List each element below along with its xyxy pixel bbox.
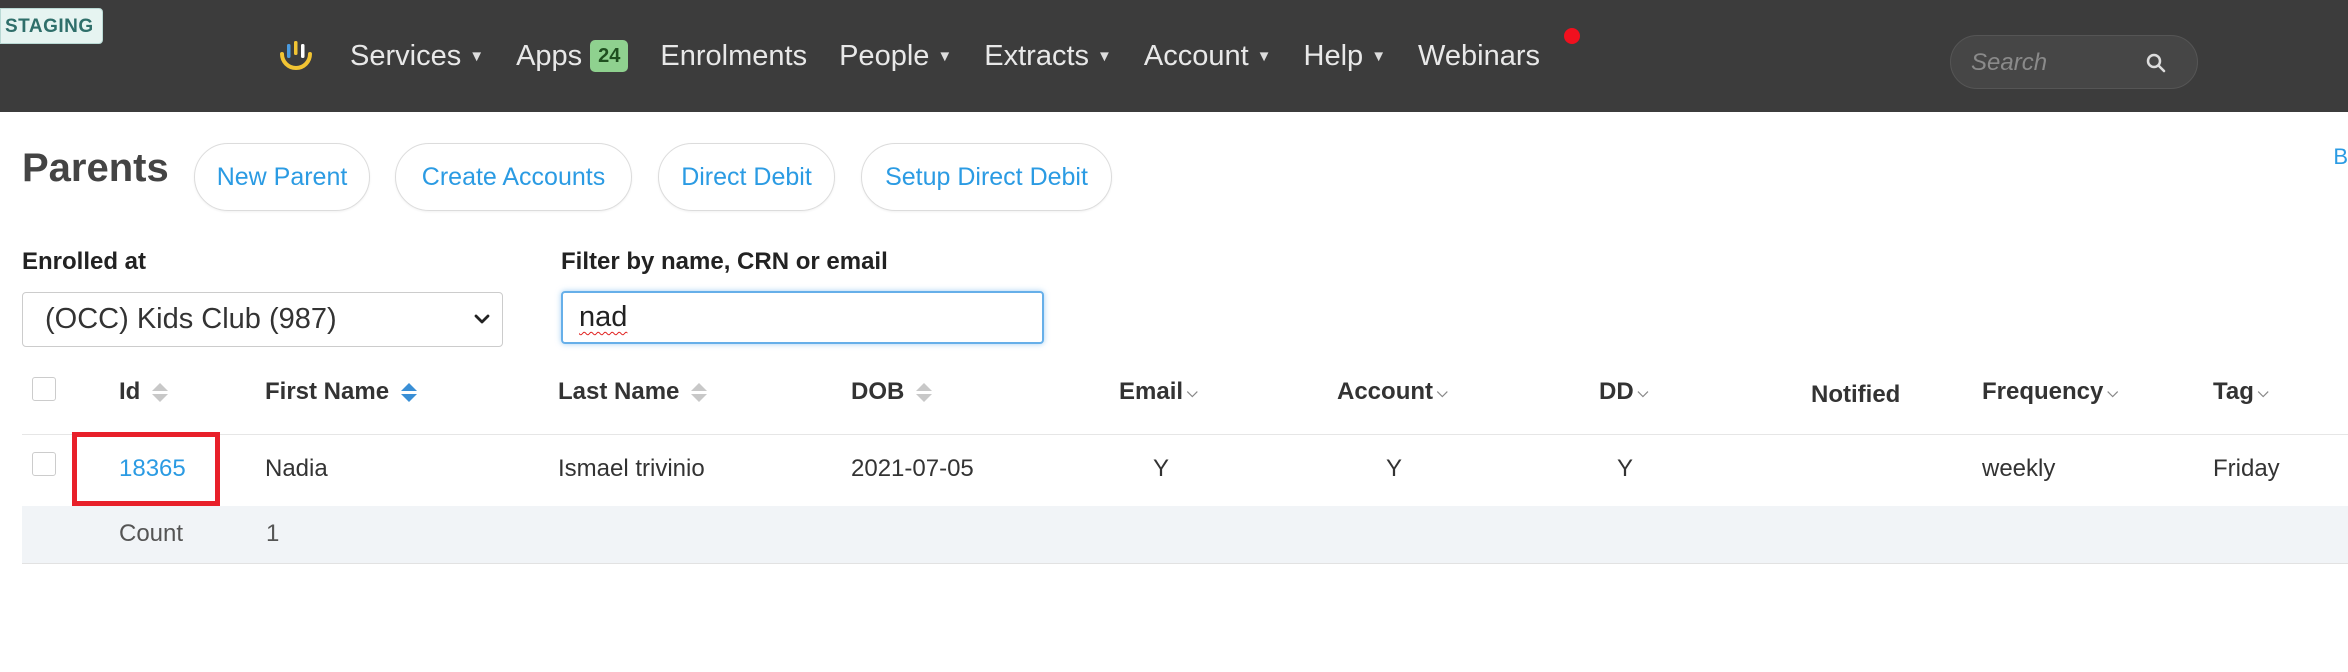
column-header-label: Id (119, 378, 141, 405)
filter-input[interactable]: nad (561, 291, 1044, 344)
caret-down-icon: ▼ (1097, 47, 1112, 65)
column-header-last-name[interactable]: Last Name (558, 378, 708, 406)
nav-account[interactable]: Account ▼ (1144, 40, 1272, 73)
enrolled-at-label: Enrolled at (22, 248, 147, 275)
caret-down-icon: ▼ (1371, 47, 1387, 65)
apps-count-badge: 24 (590, 40, 629, 72)
sort-icon (916, 382, 933, 402)
cell-dob: 2021-07-05 (851, 455, 974, 482)
header-divider (22, 434, 2348, 435)
column-header-dd[interactable]: DD ⌵ (1599, 378, 1648, 406)
nav-services-label: Services (350, 39, 462, 72)
top-navbar: STAGING Services ▼ Apps 24 Enrolments Peop… (0, 0, 2348, 112)
global-search (1950, 35, 2198, 89)
cell-dd: Y (1617, 455, 1634, 482)
column-header-account[interactable]: Account ⌵ (1337, 378, 1448, 406)
cell-account: Y (1386, 455, 1403, 482)
column-header-dob[interactable]: DOB (851, 378, 933, 406)
column-header-label: First Name (265, 378, 390, 405)
column-header-first-name[interactable]: First Name (265, 378, 418, 406)
column-header-label: DOB (851, 378, 905, 405)
column-header-tag[interactable]: Tag ⌵ (2213, 378, 2269, 406)
page-title: Parents (22, 146, 169, 190)
nav-extracts-label: Extracts (984, 39, 1090, 72)
column-header-label: Notified (1811, 381, 1901, 408)
chevron-down-icon (474, 314, 490, 324)
cell-email: Y (1153, 455, 1170, 482)
row-checkbox[interactable] (32, 452, 56, 476)
nav-extracts[interactable]: Extracts ▼ (984, 40, 1112, 73)
column-header-label: Tag (2213, 378, 2254, 405)
column-header-label: Frequency (1982, 378, 2104, 405)
chevron-down-icon: ⌵ (2107, 383, 2118, 400)
nav-apps-label: Apps (516, 39, 583, 72)
create-accounts-button[interactable]: Create Accounts (395, 143, 632, 211)
nav-people-label: People (839, 39, 930, 72)
nav-services[interactable]: Services ▼ (350, 40, 484, 73)
staging-badge: STAGING (0, 8, 103, 44)
direct-debit-button[interactable]: Direct Debit (658, 143, 835, 211)
column-header-email[interactable]: Email ⌵ (1119, 378, 1198, 406)
nav-webinars[interactable]: Webinars (1418, 40, 1540, 73)
app-logo-icon[interactable] (274, 38, 318, 82)
cell-first-name: Nadia (265, 455, 328, 482)
caret-down-icon: ▼ (1256, 47, 1272, 65)
chevron-down-icon: ⌵ (2257, 383, 2269, 400)
sort-icon (691, 382, 708, 402)
main-nav: Services ▼ Apps 24 Enrolments People ▼ Extr… (350, 36, 1572, 76)
cell-last-name: Ismael trivinio (558, 455, 705, 482)
nav-enrolments[interactable]: Enrolments (660, 40, 807, 73)
caret-down-icon: ▼ (937, 47, 953, 65)
column-header-frequency[interactable]: Frequency ⌵ (1982, 378, 2118, 406)
highlight-box (72, 432, 220, 506)
corner-link[interactable]: B (2333, 144, 2348, 170)
column-header-label: DD (1599, 378, 1634, 405)
count-value: 1 (266, 520, 280, 547)
notification-dot (1564, 28, 1580, 44)
chevron-down-icon: ⌵ (1637, 383, 1649, 400)
setup-direct-debit-button[interactable]: Setup Direct Debit (861, 143, 1112, 211)
chevron-down-icon: ⌵ (1437, 383, 1448, 400)
filter-input-value: nad (579, 301, 628, 333)
nav-help-label: Help (1303, 39, 1364, 72)
column-header-label: Last Name (558, 378, 680, 405)
column-header-label: Account (1337, 378, 1433, 405)
search-icon[interactable] (2145, 52, 2167, 74)
select-all-checkbox[interactable] (32, 377, 56, 401)
nav-help[interactable]: Help ▼ (1304, 40, 1387, 73)
nav-apps[interactable]: Apps 24 (516, 39, 629, 73)
nav-people[interactable]: People ▼ (839, 40, 952, 73)
enrolled-at-value: (OCC) Kids Club (987) (45, 303, 337, 335)
new-parent-button[interactable]: New Parent (194, 143, 370, 211)
count-row: Count 1 (22, 506, 2348, 564)
nav-account-label: Account (1143, 39, 1249, 72)
cell-frequency: weekly (1982, 455, 2056, 482)
filter-label: Filter by name, CRN or email (561, 248, 888, 275)
count-label: Count (119, 520, 184, 547)
caret-down-icon: ▼ (469, 47, 485, 65)
chevron-down-icon: ⌵ (1187, 383, 1198, 400)
nav-webinars-label: Webinars (1418, 39, 1541, 72)
column-header-notified: Notified (1811, 381, 1900, 409)
sort-icon (152, 382, 169, 402)
nav-enrolments-label: Enrolments (660, 39, 808, 72)
cell-tag: Friday (2213, 455, 2280, 482)
column-header-id[interactable]: Id (119, 378, 169, 406)
column-header-label: Email (1119, 378, 1184, 405)
search-input[interactable] (1969, 44, 2143, 82)
enrolled-at-select[interactable]: (OCC) Kids Club (987) (22, 292, 503, 347)
sort-active-icon (401, 382, 418, 402)
